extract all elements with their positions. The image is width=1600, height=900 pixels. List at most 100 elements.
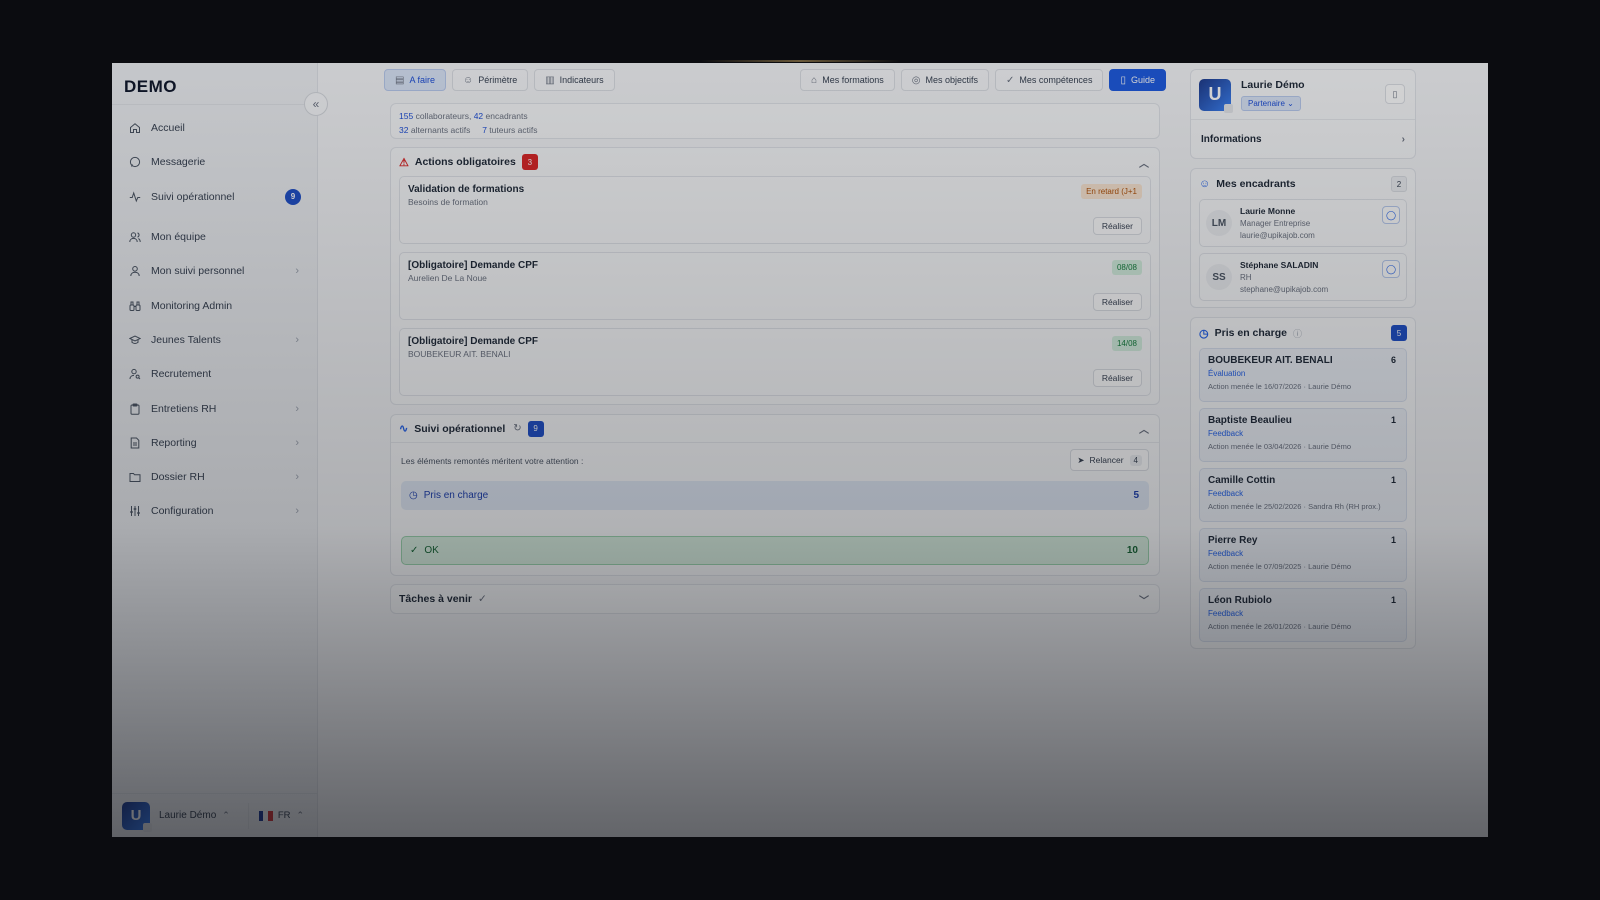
ok-row[interactable]: ✓ OK 10 <box>401 536 1149 565</box>
panel-toggle-button[interactable]: ▯ <box>1385 84 1405 104</box>
pris-en-charge-item[interactable]: BOUBEKEUR AIT. BENALI Évaluation Action … <box>1199 348 1407 402</box>
realiser-button[interactable]: Réaliser <box>1092 293 1142 311</box>
tab-mes-competences[interactable]: ✓ Mes compétences <box>995 69 1104 91</box>
clock-icon: ◷ <box>1199 327 1209 340</box>
sidebar-item-jeunes-talents[interactable]: Jeunes Talents › <box>112 323 317 357</box>
relancer-count: 4 <box>1129 454 1142 466</box>
suivi-body: Les éléments remontés méritent votre att… <box>391 443 1159 575</box>
sidebar-item-label: Entretiens RH <box>151 402 217 415</box>
panel-icon: ▯ <box>1392 88 1398 99</box>
info-icon[interactable]: ⓘ <box>1293 327 1302 340</box>
suivi-count-badge: 9 <box>527 420 544 437</box>
sidebar-item-reporting[interactable]: Reporting › <box>112 426 317 460</box>
app-window: DEMO Accueil Messagerie Suivi opérationn… <box>112 63 1488 837</box>
role-dropdown[interactable]: Partenaire ⌄ <box>1241 95 1301 111</box>
message-button[interactable]: ◯ <box>1382 260 1400 278</box>
sidebar-item-label: Reporting <box>151 436 197 449</box>
language-switcher[interactable]: FR ⌃ <box>247 802 304 829</box>
footer-user-name[interactable]: Laurie Démo <box>159 810 216 821</box>
sidebar-item-mon-suivi-personnel[interactable]: Mon suivi personnel › <box>112 254 317 288</box>
encadrants-count: 42 <box>473 111 484 121</box>
suivi-header[interactable]: ∿ Suivi opérationnel ↻ 9 ︿ <box>391 415 1159 443</box>
sidebar-item-dossier-rh[interactable]: Dossier RH › <box>112 460 317 494</box>
language-label: FR <box>277 810 291 821</box>
taches-a-venir-card: Tâches à venir ✓ ﹀ <box>390 584 1160 614</box>
action-item: Validation de formations Besoins de form… <box>399 176 1151 244</box>
fr-flag-icon <box>258 810 273 821</box>
realiser-button[interactable]: Réaliser <box>1092 217 1142 235</box>
home-icon <box>128 121 142 135</box>
avatar: SS <box>1206 264 1232 290</box>
status-badge: 08/08 <box>1111 260 1142 275</box>
sidebar-item-monitoring-admin[interactable]: Monitoring Admin <box>112 288 317 322</box>
right-panel: U Laurie Démo Partenaire ⌄ ▯ Information… <box>1190 69 1416 658</box>
sidebar: DEMO Accueil Messagerie Suivi opérationn… <box>112 63 318 837</box>
tab-mes-formations[interactable]: ⌂ Mes formations <box>800 69 895 91</box>
taches-header[interactable]: Tâches à venir ✓ ﹀ <box>391 585 1159 613</box>
tab-indicateurs[interactable]: ▥ Indicateurs <box>534 69 615 91</box>
pris-en-charge-item[interactable]: Léon Rubiolo Feedback Action menée le 26… <box>1199 588 1407 642</box>
sidebar-item-accueil[interactable]: Accueil <box>112 111 317 145</box>
informations-row[interactable]: Informations › <box>1191 120 1415 158</box>
message-icon: ◯ <box>1385 209 1397 220</box>
sidebar-item-configuration[interactable]: Configuration › <box>112 494 317 528</box>
tab-mes-objectifs[interactable]: ◎ Mes objectifs <box>900 69 990 91</box>
chevron-up-icon[interactable]: ︿ <box>1139 421 1149 436</box>
sidebar-item-suivi-operationnel[interactable]: Suivi opérationnel 9 <box>112 180 317 214</box>
pris-en-charge-item[interactable]: Baptiste Beaulieu Feedback Action menée … <box>1199 408 1407 462</box>
send-icon: ➤ <box>1077 454 1085 465</box>
team-icon <box>128 230 142 244</box>
realiser-button[interactable]: Réaliser <box>1092 369 1142 387</box>
user-avatar[interactable]: U <box>122 801 152 832</box>
pris-en-charge-item[interactable]: Pierre Rey Feedback Action menée le 07/0… <box>1199 528 1407 582</box>
list-icon: ▤ <box>395 74 405 86</box>
users-icon: ☺ <box>462 74 474 86</box>
chevron-down-icon[interactable]: ﹀ <box>1139 592 1149 607</box>
chevron-right-icon: › <box>295 436 299 449</box>
actions-header[interactable]: ⚠ Actions obligatoires 3 ︿ <box>391 148 1159 176</box>
tab-a-faire[interactable]: ▤ A faire <box>384 69 446 91</box>
sidebar-item-label: Mon suivi personnel <box>151 265 245 278</box>
sidebar-item-label: Recrutement <box>151 368 212 381</box>
sidebar-item-messagerie[interactable]: Messagerie <box>112 145 317 179</box>
chevron-up-icon[interactable]: ︿ <box>1139 155 1149 170</box>
profile-header: U Laurie Démo Partenaire ⌄ ▯ <box>1191 70 1415 120</box>
avatar: LM <box>1206 210 1232 236</box>
chevron-right-icon: › <box>295 265 299 278</box>
encadrant-item: LM Laurie Monne Manager Entreprise lauri… <box>1199 199 1407 247</box>
pris-en-charge-card: ◷ Pris en charge ⓘ 5 BOUBEKEUR AIT. BENA… <box>1190 317 1416 649</box>
chevron-right-icon: › <box>295 333 299 346</box>
sidebar-item-entretiens-rh[interactable]: Entretiens RH › <box>112 391 317 425</box>
pris-en-charge-count-badge: 5 <box>1391 325 1407 341</box>
tab-perimetre[interactable]: ☺ Périmètre <box>451 69 529 91</box>
sidebar-item-label: Suivi opérationnel <box>151 190 235 203</box>
message-icon <box>128 155 142 169</box>
collapse-sidebar-button[interactable]: « <box>304 92 328 116</box>
pris-en-charge-row[interactable]: ◷ Pris en charge 5 <box>401 481 1149 510</box>
pris-en-charge-item[interactable]: Camille Cottin Feedback Action menée le … <box>1199 468 1407 522</box>
sidebar-item-label: Messagerie <box>151 156 206 169</box>
relancer-button[interactable]: ➤ Relancer 4 <box>1070 449 1149 471</box>
check-icon: ✓ <box>477 593 487 605</box>
sidebar-item-recrutement[interactable]: Recrutement <box>112 357 317 391</box>
sidebar-item-label: Mon équipe <box>151 231 206 244</box>
message-icon: ◯ <box>1385 263 1397 274</box>
activity-icon: ∿ <box>399 423 409 435</box>
sidebar-footer: U Laurie Démo ⌃ FR ⌃ <box>112 793 317 837</box>
chevron-up-icon[interactable]: ⌃ <box>222 810 230 821</box>
tuteurs-count: 7 <box>482 125 487 135</box>
alternants-count: 32 <box>399 125 409 135</box>
profile-card: U Laurie Démo Partenaire ⌄ ▯ Information… <box>1190 69 1416 159</box>
sidebar-item-label: Configuration <box>151 505 214 518</box>
message-button[interactable]: ◯ <box>1382 206 1400 224</box>
chevron-right-icon: › <box>295 402 299 415</box>
chart-icon: ▥ <box>545 74 555 86</box>
chevron-right-icon: › <box>295 471 299 484</box>
clock-icon: ◷ <box>409 490 418 501</box>
sidebar-item-mon-equipe[interactable]: Mon équipe <box>112 220 317 254</box>
tab-guide[interactable]: ▯ Guide <box>1109 69 1166 91</box>
app-logo: DEMO <box>112 63 317 105</box>
collab-count: 155 <box>399 111 414 121</box>
warning-icon: ⚠ <box>399 156 409 169</box>
refresh-icon[interactable]: ↻ <box>513 423 521 434</box>
